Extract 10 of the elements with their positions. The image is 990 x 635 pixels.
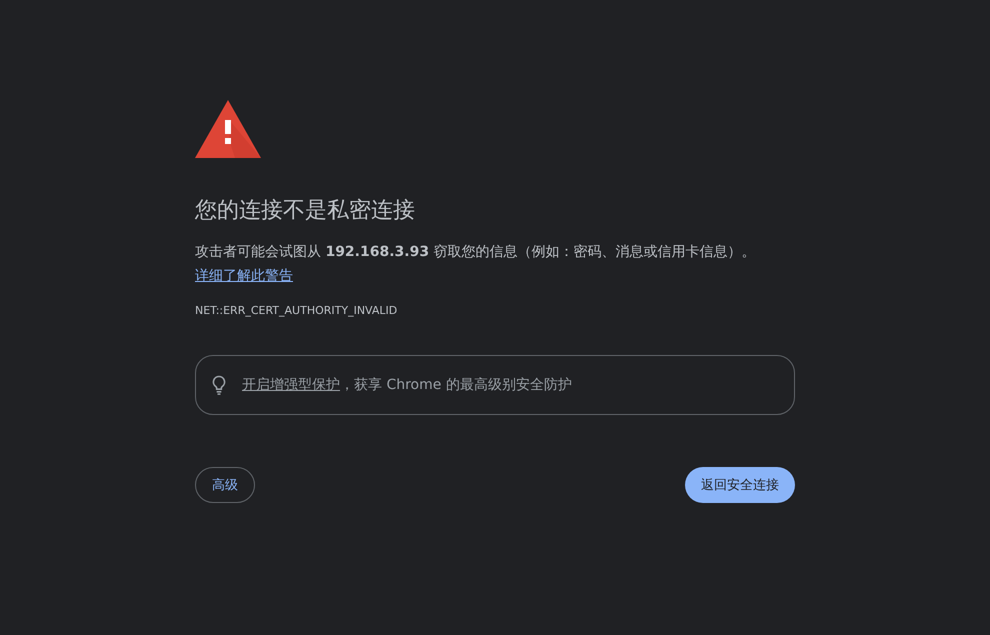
learn-more-link[interactable]: 详细了解此警告 (195, 268, 293, 284)
warning-message: 攻击者可能会试图从 192.168.3.93 窃取您的信息（例如：密码、消息或信用卡信息）。 详细了解此警告 (195, 243, 757, 286)
advanced-button[interactable]: 高级 (195, 467, 255, 503)
tip-text: 开启增强型保护，获享 Chrome 的最高级别安全防护 (242, 376, 572, 394)
enhanced-protection-link[interactable]: 开启增强型保护 (242, 377, 340, 393)
page-heading: 您的连接不是私密连接 (195, 197, 416, 225)
back-to-safety-button[interactable]: 返回安全连接 (685, 467, 795, 503)
warning-icon (195, 100, 261, 158)
lightbulb-icon (212, 375, 226, 395)
error-code: NET::ERR_CERT_AUTHORITY_INVALID (195, 304, 398, 317)
